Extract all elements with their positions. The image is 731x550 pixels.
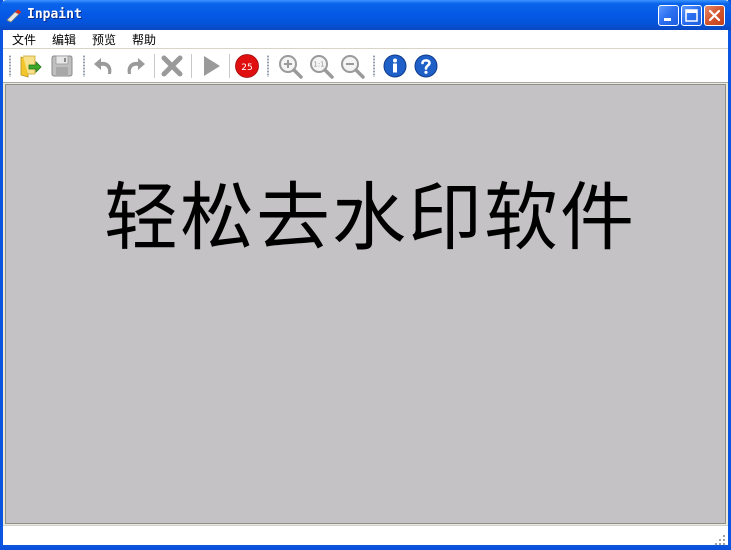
zoom-actual-icon: 1:1 [310, 55, 334, 79]
close-icon [708, 9, 721, 22]
info-button[interactable] [382, 53, 408, 79]
menu-bar: 文件 编辑 预览 帮助 [3, 30, 728, 49]
toolbar-separator [229, 54, 230, 78]
help-icon [414, 54, 438, 78]
open-folder-icon [20, 55, 42, 78]
undo-icon [94, 58, 112, 74]
zoom-actual-button[interactable]: 1:1 [308, 53, 334, 79]
zoom-out-icon [341, 55, 365, 79]
canvas-watermark-text: 轻松去水印软件 [104, 175, 636, 261]
maximize-icon [685, 9, 698, 22]
menu-preview[interactable]: 预览 [92, 31, 116, 48]
delete-button[interactable] [159, 53, 185, 79]
run-icon [204, 56, 220, 76]
brush-size-value: 25 [241, 63, 252, 73]
save-button[interactable] [49, 53, 75, 79]
toolbar-grip [267, 55, 269, 77]
zoom-out-button[interactable] [339, 53, 365, 79]
open-button[interactable] [17, 53, 43, 79]
redo-icon [127, 58, 145, 74]
image-canvas[interactable]: 轻松去水印软件 [5, 84, 726, 524]
brush-size-button[interactable]: 25 [234, 53, 260, 79]
save-icon [51, 55, 73, 77]
toolbar: 25 1:1 [3, 49, 728, 83]
app-window: Inpaint 文件 编辑 预览 帮助 25 1:1 轻松去水印软件 [0, 0, 731, 547]
status-bar [3, 525, 728, 545]
resize-grip-icon[interactable] [714, 531, 726, 545]
help-button[interactable] [413, 53, 439, 79]
close-button[interactable] [704, 5, 725, 26]
toolbar-grip [83, 55, 85, 77]
info-icon [383, 54, 407, 78]
redo-button[interactable] [122, 53, 148, 79]
svg-text:1:1: 1:1 [313, 61, 324, 69]
zoom-in-icon [279, 55, 303, 79]
menu-help[interactable]: 帮助 [132, 31, 156, 48]
delete-icon [161, 55, 183, 77]
window-title: Inpaint [27, 7, 82, 22]
toolbar-grip[interactable] [9, 55, 11, 77]
maximize-button[interactable] [681, 5, 702, 26]
toolbar-grip [373, 55, 375, 77]
undo-button[interactable] [91, 53, 117, 79]
minimize-button[interactable] [658, 5, 679, 26]
minimize-icon [664, 18, 671, 21]
toolbar-separator [191, 54, 192, 78]
title-bar[interactable]: Inpaint [0, 0, 731, 30]
zoom-in-button[interactable] [277, 53, 303, 79]
inpaint-app-icon [6, 8, 22, 23]
run-button[interactable] [198, 53, 224, 79]
toolbar-separator [154, 54, 155, 78]
brush-size-icon: 25 [235, 54, 259, 78]
menu-edit[interactable]: 编辑 [52, 31, 76, 48]
menu-file[interactable]: 文件 [12, 31, 36, 48]
